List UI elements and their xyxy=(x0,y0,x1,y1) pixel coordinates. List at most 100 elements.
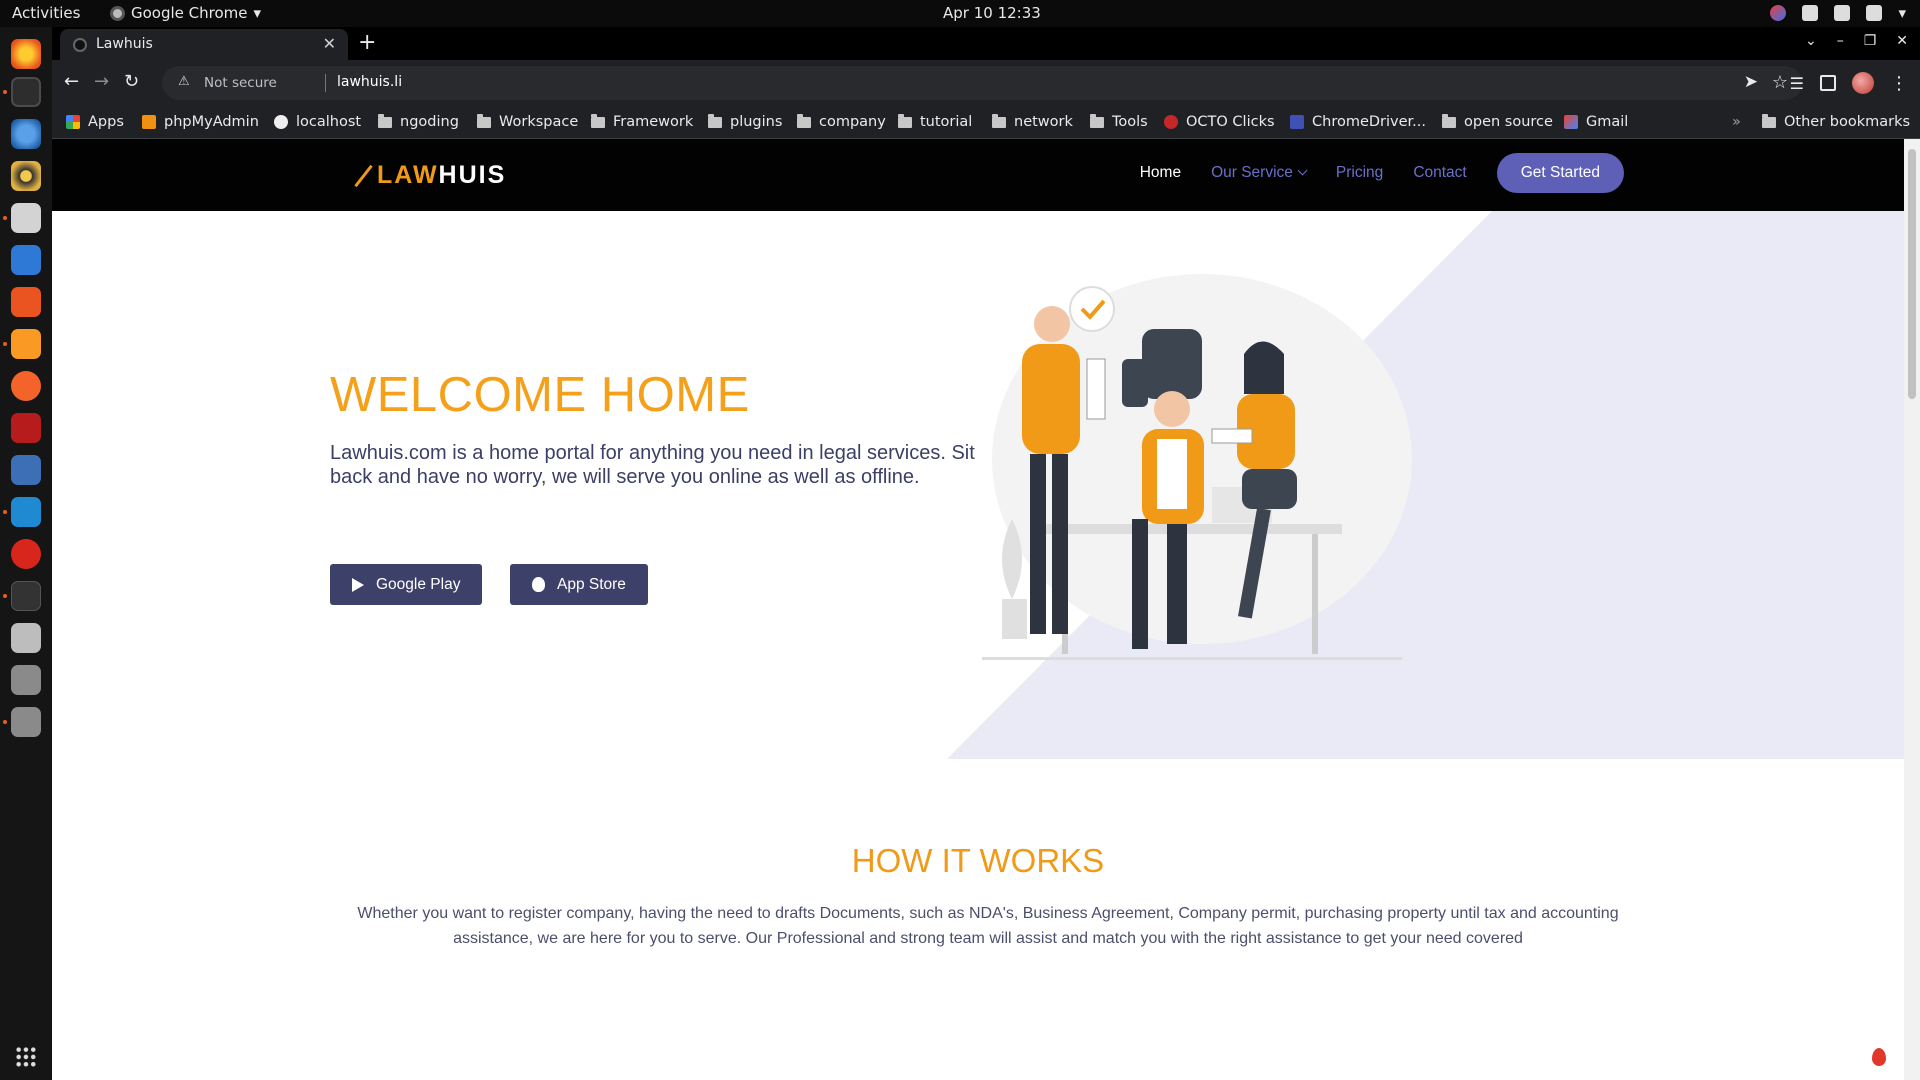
thunderbird-icon[interactable] xyxy=(11,119,41,149)
firefox-icon[interactable] xyxy=(11,39,41,69)
system-tray[interactable]: ▾ xyxy=(1770,4,1906,22)
postman-icon[interactable] xyxy=(11,371,41,401)
bookmark-label: ChromeDriver... xyxy=(1312,114,1426,130)
get-started-button[interactable]: Get Started xyxy=(1496,153,1624,193)
bookmark-open-source[interactable]: open source xyxy=(1442,113,1553,130)
back-icon[interactable]: ← xyxy=(64,71,79,92)
bookmark-label: Workspace xyxy=(499,114,579,130)
reload-icon[interactable]: ↻ xyxy=(124,71,139,92)
running-indicator xyxy=(3,216,7,220)
usb-drive-icon[interactable] xyxy=(11,665,41,695)
app-store-button[interactable]: App Store xyxy=(510,564,648,605)
google-play-button[interactable]: Google Play xyxy=(330,564,483,605)
notification-icon[interactable] xyxy=(1770,5,1787,21)
files-icon[interactable] xyxy=(11,203,41,233)
bookmark-tools[interactable]: Tools xyxy=(1090,113,1148,130)
caret-down-icon[interactable]: ▾ xyxy=(1898,4,1906,22)
bookmark-label: Other bookmarks xyxy=(1784,114,1911,130)
app-menu[interactable]: Google Chrome ▾ xyxy=(110,4,261,22)
bookmark-localhost[interactable]: localhost xyxy=(274,114,361,130)
close-tab-icon[interactable]: ✕ xyxy=(323,34,336,53)
clock[interactable]: Apr 10 12:33 xyxy=(943,4,1041,22)
url-text[interactable]: lawhuis.li xyxy=(337,74,402,90)
folder-icon xyxy=(797,113,811,128)
show-applications-icon[interactable] xyxy=(15,1046,37,1068)
bookmark-phpmyadmin[interactable]: phpMyAdmin xyxy=(142,114,259,130)
browser-window: Lawhuis ✕ + ⌄ – ❐ ✕ ← → ↻ ⚠ Not secure l… xyxy=(52,27,1920,1080)
profile-avatar[interactable] xyxy=(1852,72,1874,94)
media-icon[interactable]: ☰ xyxy=(1790,74,1804,93)
bookmark-workspace[interactable]: Workspace xyxy=(477,113,579,130)
page-scrollbar[interactable] xyxy=(1904,139,1920,1080)
apps-grid-icon xyxy=(66,115,80,129)
bookmark-network[interactable]: network xyxy=(992,113,1073,130)
bookmark-label: Tools xyxy=(1112,114,1148,130)
usb-drive-icon[interactable] xyxy=(11,707,41,737)
more-bookmarks-icon[interactable]: » xyxy=(1732,114,1741,130)
scrollbar-thumb[interactable] xyxy=(1908,149,1916,399)
running-indicator xyxy=(3,510,7,514)
phpmyadmin-icon xyxy=(142,115,156,129)
nav-pricing[interactable]: Pricing xyxy=(1336,164,1383,182)
main-nav: Home Our Service Pricing Contact Get Sta… xyxy=(1140,153,1624,193)
bookmark-label: Apps xyxy=(88,114,124,130)
volume-icon[interactable] xyxy=(1834,5,1851,21)
software-icon[interactable] xyxy=(11,287,41,317)
bookmark-octo-clicks[interactable]: OCTO Clicks xyxy=(1164,114,1275,130)
system-top-bar: Activities Google Chrome ▾ Apr 10 12:33 … xyxy=(0,0,1920,27)
bookmark-label: tutorial xyxy=(920,114,973,130)
floating-action-button[interactable] xyxy=(1862,1040,1896,1074)
forward-icon[interactable]: → xyxy=(94,71,109,92)
rhythmbox-icon[interactable] xyxy=(11,161,41,191)
chrome-dock-icon[interactable] xyxy=(11,77,41,107)
bookmark-company[interactable]: company xyxy=(797,113,886,130)
send-icon[interactable]: ➤ xyxy=(1744,72,1758,92)
close-window-icon[interactable]: ✕ xyxy=(1896,33,1908,49)
bookmark-ngoding[interactable]: ngoding xyxy=(378,113,459,130)
opera-icon[interactable] xyxy=(11,539,41,569)
folder-icon xyxy=(1090,113,1104,128)
warning-icon[interactable]: ⚠ xyxy=(178,74,190,89)
bookmark-gmail[interactable]: Gmail xyxy=(1564,114,1628,130)
play-store-icon xyxy=(352,577,364,592)
logo-text: LAWHUIS xyxy=(377,161,507,189)
side-panel-icon[interactable] xyxy=(1820,75,1836,91)
bookmark-star-icon[interactable]: ☆ xyxy=(1772,72,1788,93)
tab-search-icon[interactable]: ⌄ xyxy=(1805,33,1817,49)
tab-lawhuis[interactable]: Lawhuis ✕ xyxy=(60,29,348,60)
activities-button[interactable]: Activities xyxy=(12,4,80,22)
folder-icon xyxy=(477,113,491,128)
wifi-icon[interactable] xyxy=(1802,5,1819,21)
site-header: LAWHUIS Home Our Service Pricing Contact… xyxy=(52,139,1904,211)
bookmark-label: open source xyxy=(1464,114,1553,130)
minimize-icon[interactable]: – xyxy=(1837,33,1844,49)
site-logo[interactable]: LAWHUIS xyxy=(354,161,507,190)
writer-icon[interactable] xyxy=(11,245,41,275)
bookmark-apps[interactable]: Apps xyxy=(66,114,124,130)
address-bar[interactable]: ⚠ Not secure lawhuis.li ➤ ☆ xyxy=(162,66,1802,100)
bookmark-label: phpMyAdmin xyxy=(164,114,259,130)
terminal-icon[interactable] xyxy=(11,581,41,611)
nav-our-service[interactable]: Our Service xyxy=(1211,164,1308,182)
bookmark-framework[interactable]: Framework xyxy=(591,113,693,130)
tab-title: Lawhuis xyxy=(96,36,153,52)
vscode-icon[interactable] xyxy=(11,497,41,527)
folder-icon xyxy=(1442,113,1456,128)
nav-contact[interactable]: Contact xyxy=(1413,164,1466,182)
menu-icon[interactable]: ⋮ xyxy=(1890,73,1908,94)
battery-icon[interactable] xyxy=(1866,5,1883,21)
filezilla-icon[interactable] xyxy=(11,413,41,443)
bookmark-plugins[interactable]: plugins xyxy=(708,113,782,130)
other-bookmarks[interactable]: Other bookmarks xyxy=(1762,113,1911,130)
security-label[interactable]: Not secure xyxy=(204,75,277,91)
search-tool-icon[interactable] xyxy=(11,623,41,653)
nav-home[interactable]: Home xyxy=(1140,164,1181,182)
network-tool-icon[interactable] xyxy=(11,455,41,485)
sublime-icon[interactable] xyxy=(11,329,41,359)
bookmark-chromedriver[interactable]: ChromeDriver... xyxy=(1290,114,1426,130)
caret-down-icon: ▾ xyxy=(253,4,262,22)
bookmark-tutorial[interactable]: tutorial xyxy=(898,113,973,130)
maximize-icon[interactable]: ❐ xyxy=(1864,33,1877,49)
new-tab-icon[interactable]: + xyxy=(358,30,376,55)
divider xyxy=(325,74,326,92)
